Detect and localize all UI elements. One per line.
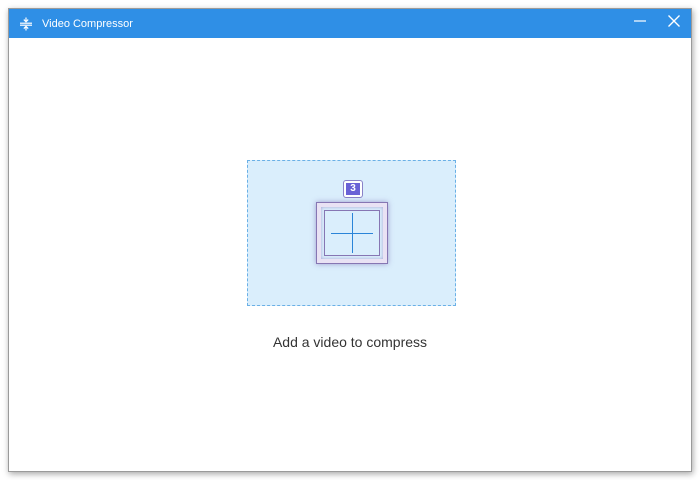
add-file-icon[interactable] (316, 202, 388, 264)
window-title: Video Compressor (42, 17, 133, 30)
compress-icon (12, 9, 40, 38)
app-window: Video Compressor 3 Add a video to compre… (8, 8, 692, 472)
main-content: 3 Add a video to compress (9, 38, 691, 471)
close-button[interactable] (657, 9, 691, 38)
window-controls (623, 9, 691, 38)
add-video-hint: Add a video to compress (272, 334, 428, 350)
close-icon (667, 14, 681, 33)
minimize-button[interactable] (623, 9, 657, 38)
title-bar[interactable]: Video Compressor (9, 9, 691, 38)
add-video-dropzone[interactable]: 3 (247, 160, 456, 306)
add-frame-inner (324, 210, 380, 256)
count-badge: 3 (343, 180, 363, 198)
plus-vertical (351, 213, 353, 253)
minimize-icon (633, 14, 647, 33)
